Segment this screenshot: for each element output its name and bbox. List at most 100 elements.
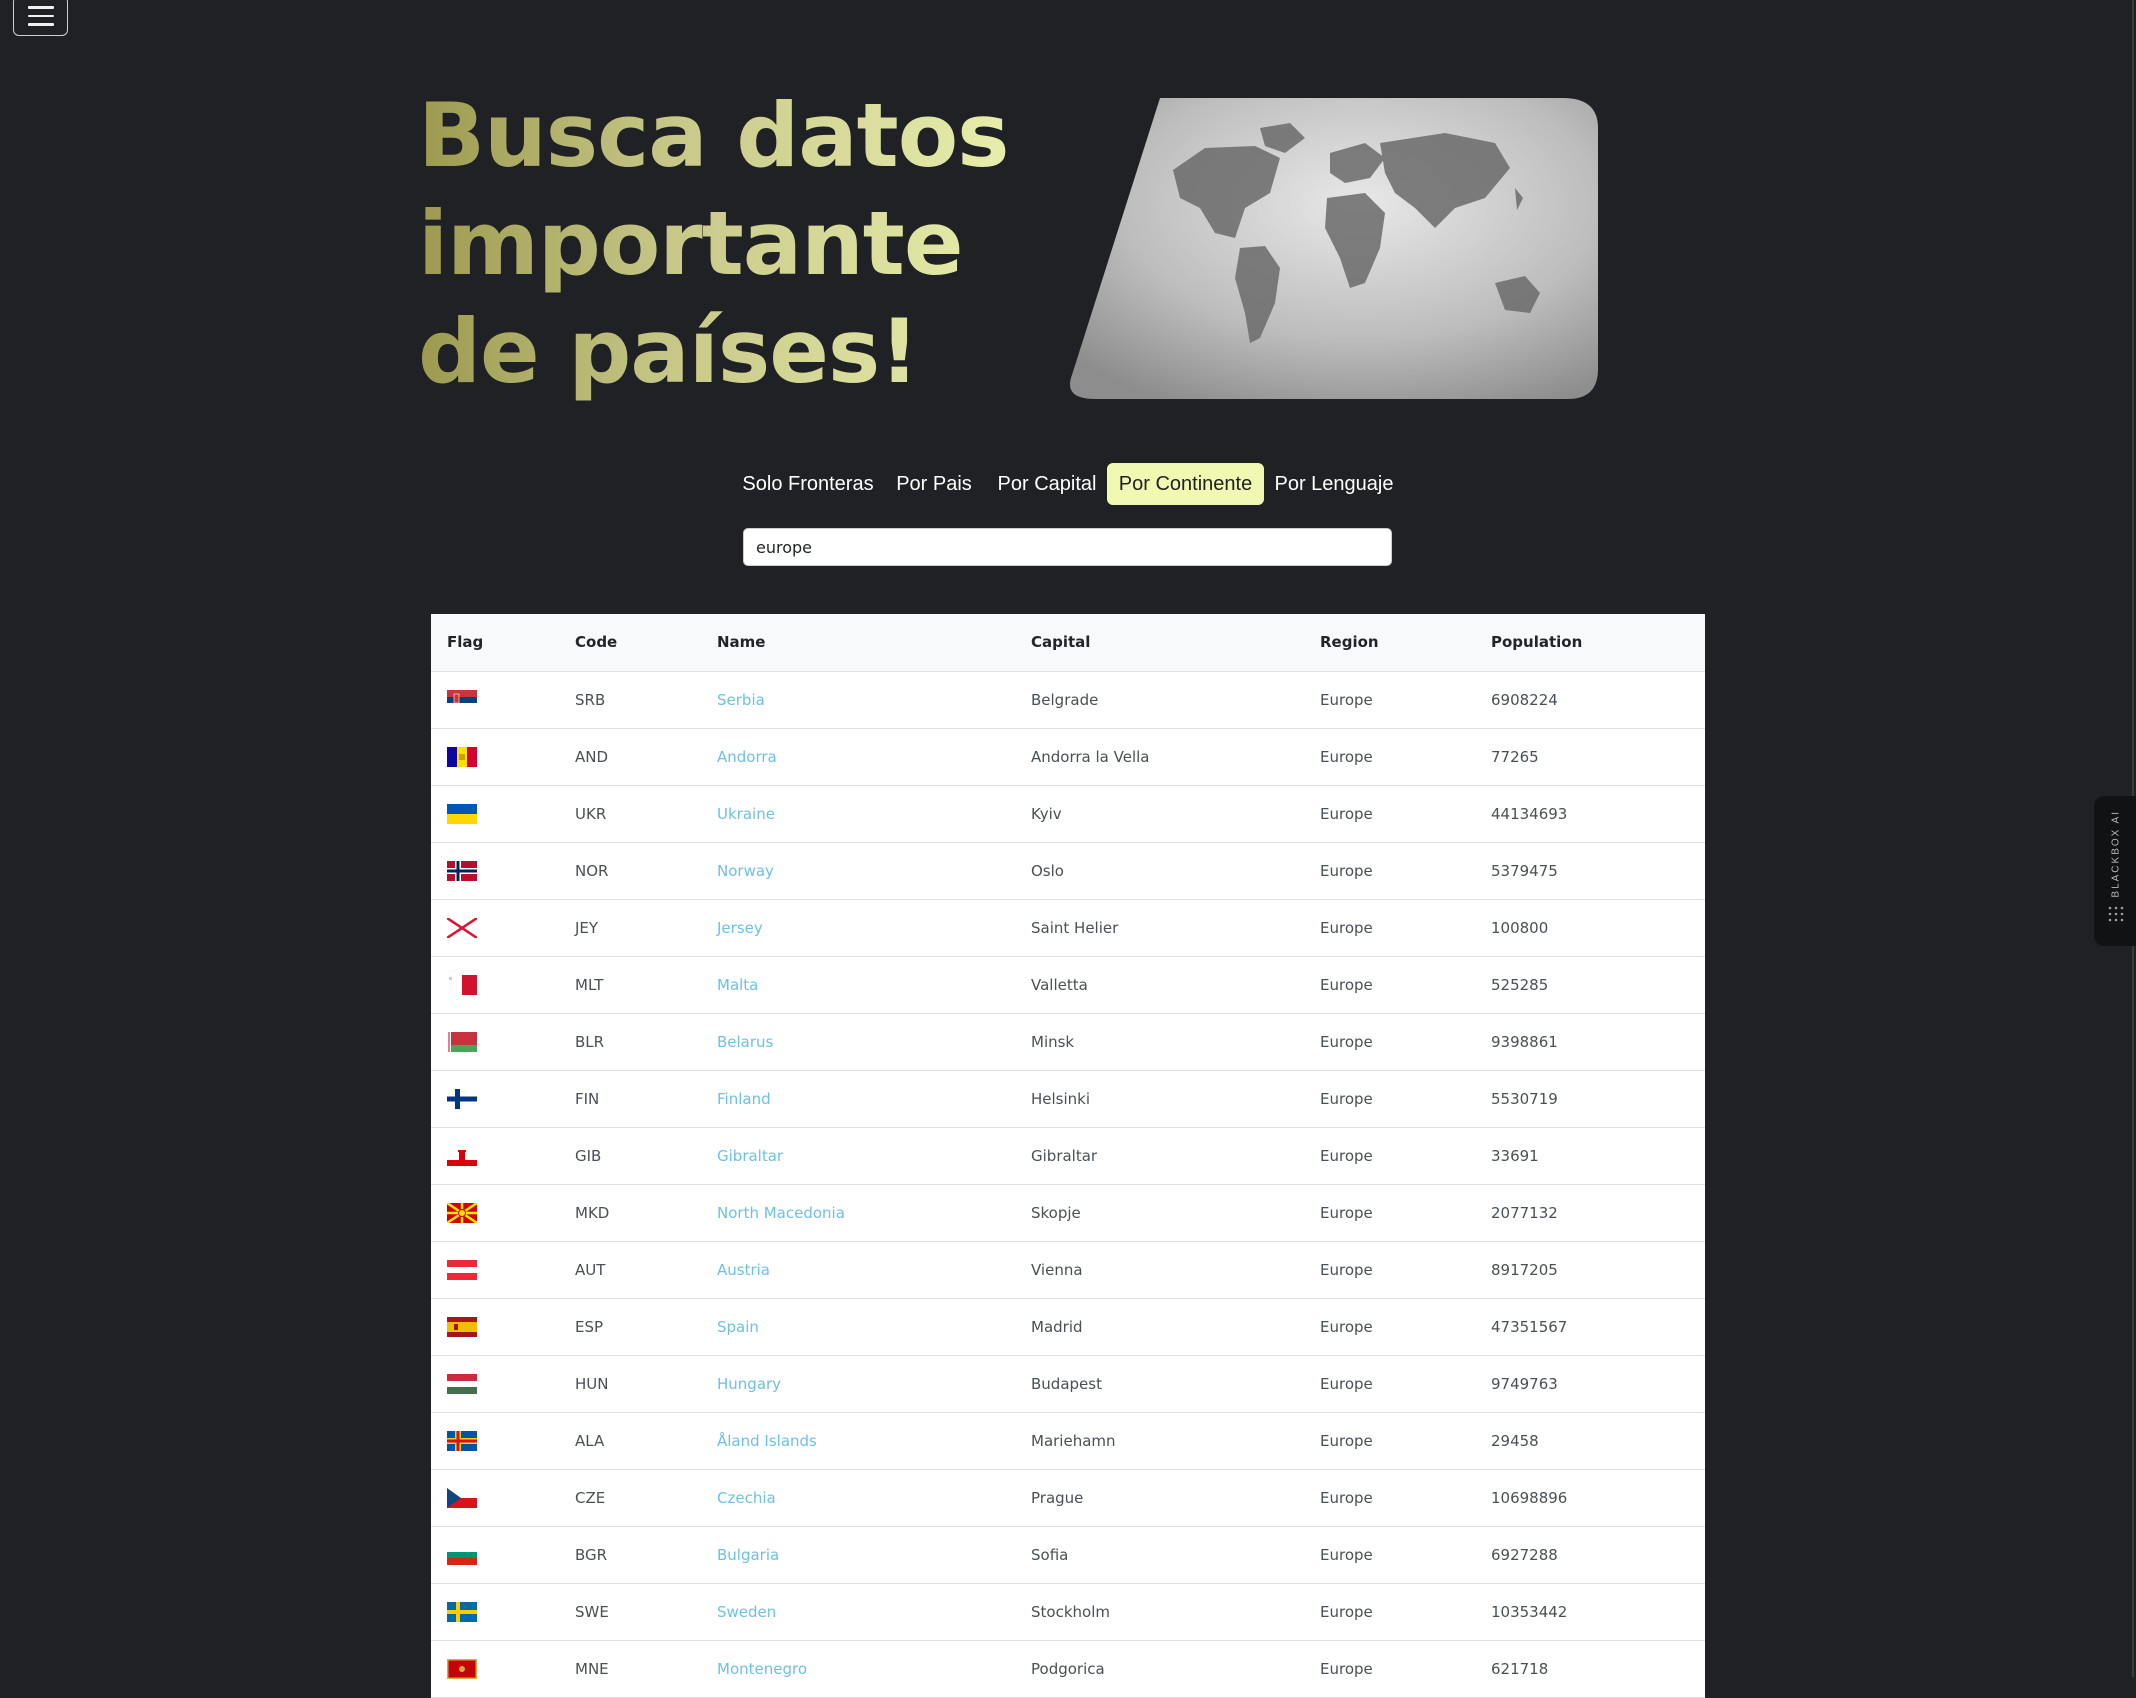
population-cell: 2077132 xyxy=(1475,1184,1705,1242)
region-cell: Europe xyxy=(1304,1469,1475,1527)
code-cell: JEY xyxy=(559,899,701,957)
table-row: ALA Åland Islands Mariehamn Europe 29458 xyxy=(431,1412,1705,1470)
name-cell: Sweden xyxy=(701,1583,1015,1641)
flag-cell xyxy=(431,1412,559,1470)
andorra-flag xyxy=(447,746,477,767)
blackbox-logo-icon xyxy=(2108,906,2124,922)
country-link[interactable]: North Macedonia xyxy=(717,1204,845,1222)
region-cell: Europe xyxy=(1304,1127,1475,1185)
country-link[interactable]: Gibraltar xyxy=(717,1147,783,1165)
blackbox-ai-widget[interactable]: BLACKBOX AI xyxy=(2094,796,2136,946)
population-cell: 6908224 xyxy=(1475,671,1705,729)
capital-cell: Stockholm xyxy=(1015,1583,1304,1641)
region-cell: Europe xyxy=(1304,1355,1475,1413)
country-link[interactable]: Hungary xyxy=(717,1375,781,1393)
country-link[interactable]: Sweden xyxy=(717,1603,776,1621)
austria-flag xyxy=(447,1259,477,1280)
tab-por-continente[interactable]: Por Continente xyxy=(1107,463,1264,505)
population-cell: 29458 xyxy=(1475,1412,1705,1470)
population-cell: 9749763 xyxy=(1475,1355,1705,1413)
name-cell: Bulgaria xyxy=(701,1526,1015,1584)
flag-cell xyxy=(431,842,559,900)
capital-cell: Vienna xyxy=(1015,1241,1304,1299)
flag-cell xyxy=(431,785,559,843)
tab-por-pais[interactable]: Por Pais xyxy=(894,463,974,505)
jersey-flag xyxy=(447,917,477,938)
name-cell: Czechia xyxy=(701,1469,1015,1527)
name-cell: Belarus xyxy=(701,1013,1015,1071)
population-cell: 8917205 xyxy=(1475,1241,1705,1299)
menu-toggle-button[interactable] xyxy=(13,0,68,36)
country-link[interactable]: Norway xyxy=(717,862,774,880)
country-link[interactable]: Finland xyxy=(717,1090,771,1108)
population-cell: 9398861 xyxy=(1475,1013,1705,1071)
capital-cell: Belgrade xyxy=(1015,671,1304,729)
header-flag: Flag xyxy=(431,614,559,672)
code-cell: AUT xyxy=(559,1241,701,1299)
bulgaria-flag xyxy=(447,1544,477,1565)
code-cell: GIB xyxy=(559,1127,701,1185)
tab-por-lenguaje[interactable]: Por Lenguaje xyxy=(1272,463,1396,505)
flag-cell xyxy=(431,1640,559,1698)
capital-cell: Oslo xyxy=(1015,842,1304,900)
country-link[interactable]: Åland Islands xyxy=(717,1432,817,1450)
countries-table: Flag Code Name Capital Region Population… xyxy=(431,614,1705,1698)
country-link[interactable]: Ukraine xyxy=(717,805,775,823)
header-code: Code xyxy=(559,614,701,672)
malta-flag xyxy=(447,974,477,995)
code-cell: BGR xyxy=(559,1526,701,1584)
header-name: Name xyxy=(701,614,1015,672)
hero-title: Busca datos importante de países! xyxy=(418,82,1078,406)
country-link[interactable]: Malta xyxy=(717,976,758,994)
capital-cell: Skopje xyxy=(1015,1184,1304,1242)
header-capital: Capital xyxy=(1015,614,1304,672)
code-cell: FIN xyxy=(559,1070,701,1128)
capital-cell: Andorra la Vella xyxy=(1015,728,1304,786)
table-row: MKD North Macedonia Skopje Europe 2077132 xyxy=(431,1184,1705,1242)
country-link[interactable]: Serbia xyxy=(717,691,765,709)
header-region: Region xyxy=(1304,614,1475,672)
country-link[interactable]: Andorra xyxy=(717,748,777,766)
flag-cell xyxy=(431,1583,559,1641)
country-link[interactable]: Montenegro xyxy=(717,1660,807,1678)
table-row: FIN Finland Helsinki Europe 5530719 xyxy=(431,1070,1705,1128)
country-link[interactable]: Austria xyxy=(717,1261,770,1279)
search-input[interactable] xyxy=(743,528,1392,566)
table-row: SWE Sweden Stockholm Europe 10353442 xyxy=(431,1583,1705,1641)
tab-por-capital[interactable]: Por Capital xyxy=(992,463,1102,505)
region-cell: Europe xyxy=(1304,1013,1475,1071)
table-row: ESP Spain Madrid Europe 47351567 xyxy=(431,1298,1705,1356)
region-cell: Europe xyxy=(1304,728,1475,786)
spain-flag xyxy=(447,1316,477,1337)
norway-flag xyxy=(447,860,477,881)
capital-cell: Minsk xyxy=(1015,1013,1304,1071)
country-link[interactable]: Bulgaria xyxy=(717,1546,779,1564)
blackbox-ai-label: BLACKBOX AI xyxy=(2110,810,2122,898)
country-link[interactable]: Belarus xyxy=(717,1033,773,1051)
table-row: AND Andorra Andorra la Vella Europe 77265 xyxy=(431,728,1705,786)
capital-cell: Mariehamn xyxy=(1015,1412,1304,1470)
region-cell: Europe xyxy=(1304,1184,1475,1242)
table-row: NOR Norway Oslo Europe 5379475 xyxy=(431,842,1705,900)
table-row: UKR Ukraine Kyiv Europe 44134693 xyxy=(431,785,1705,843)
population-cell: 33691 xyxy=(1475,1127,1705,1185)
table-row: CZE Czechia Prague Europe 10698896 xyxy=(431,1469,1705,1527)
name-cell: Finland xyxy=(701,1070,1015,1128)
tab-solo-fronteras[interactable]: Solo Fronteras xyxy=(734,463,882,505)
population-cell: 10353442 xyxy=(1475,1583,1705,1641)
population-cell: 44134693 xyxy=(1475,785,1705,843)
code-cell: ALA xyxy=(559,1412,701,1470)
code-cell: UKR xyxy=(559,785,701,843)
capital-cell: Valletta xyxy=(1015,956,1304,1014)
country-link[interactable]: Czechia xyxy=(717,1489,776,1507)
region-cell: Europe xyxy=(1304,899,1475,957)
population-cell: 47351567 xyxy=(1475,1298,1705,1356)
world-map-image xyxy=(1070,98,1598,399)
name-cell: Jersey xyxy=(701,899,1015,957)
code-cell: CZE xyxy=(559,1469,701,1527)
flag-cell xyxy=(431,1241,559,1299)
search-mode-tabs: Solo Fronteras Por Pais Por Capital Por … xyxy=(0,463,2136,505)
country-link[interactable]: Jersey xyxy=(717,919,763,937)
country-link[interactable]: Spain xyxy=(717,1318,759,1336)
name-cell: Åland Islands xyxy=(701,1412,1015,1470)
